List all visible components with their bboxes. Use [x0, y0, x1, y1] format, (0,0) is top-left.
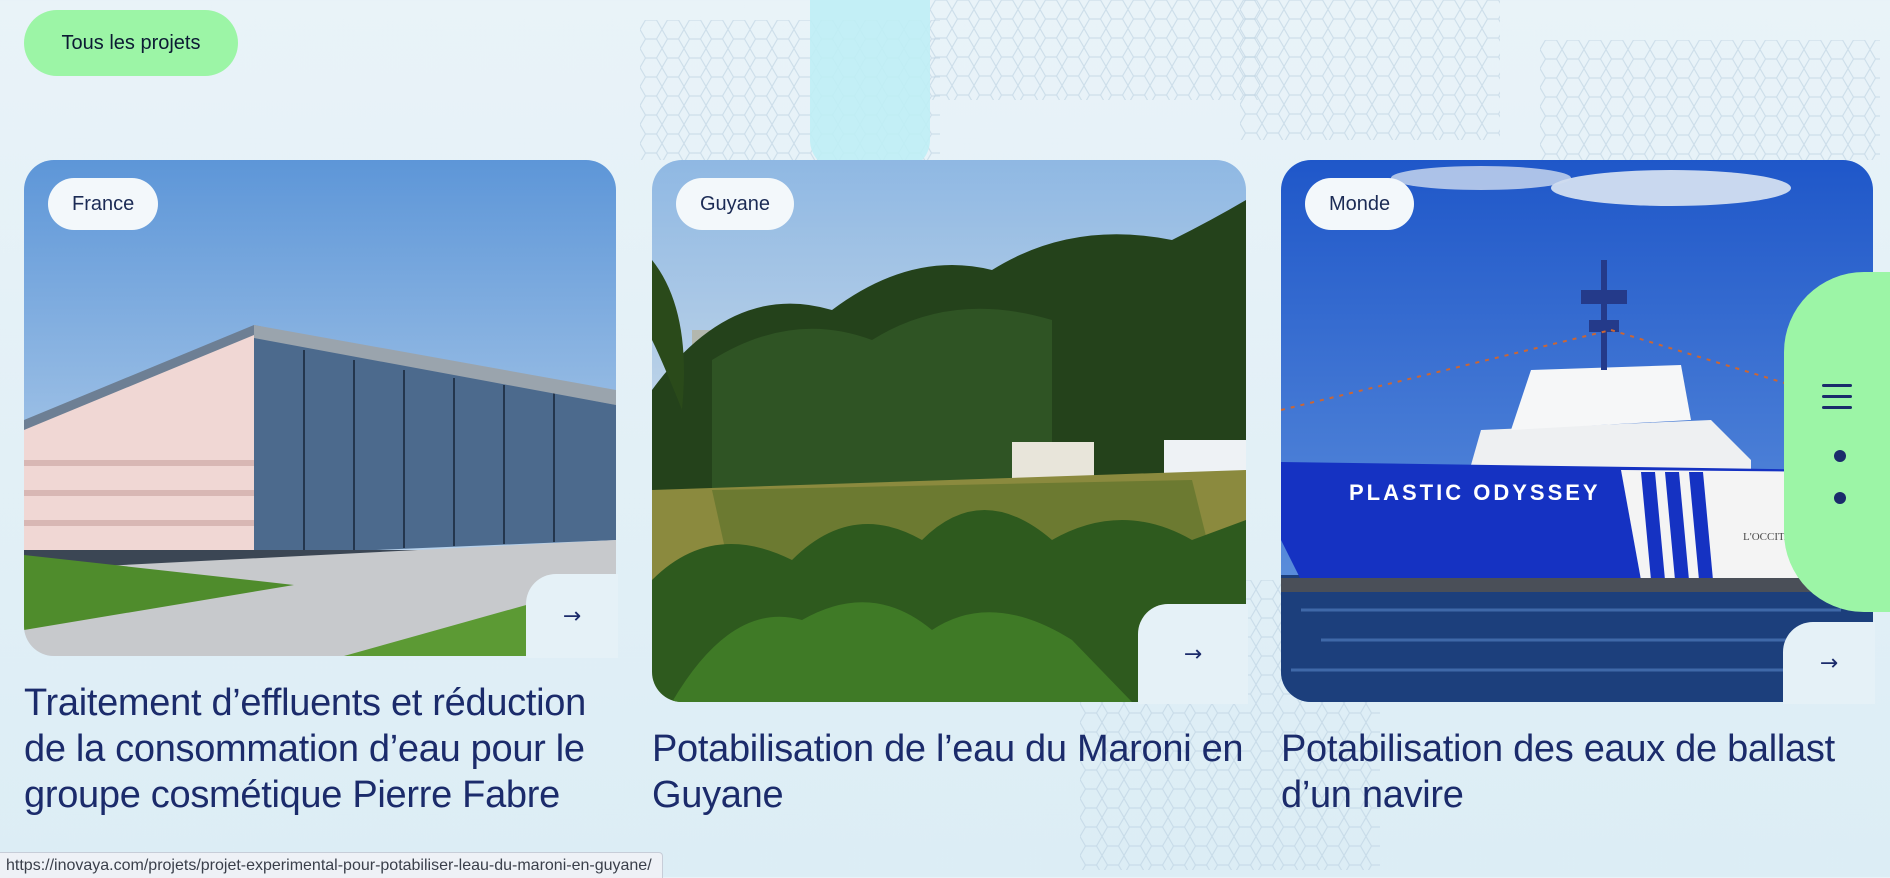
menu-dot-indicator[interactable] — [1834, 450, 1846, 462]
factory-photo — [24, 160, 616, 656]
hex-pattern-decoration — [1240, 0, 1500, 140]
hex-pattern-decoration — [1540, 40, 1880, 160]
side-menu-panel — [1784, 272, 1890, 612]
project-title[interactable]: Potabilisation de l’eau du Maroni en Guy… — [652, 726, 1246, 818]
all-projects-button[interactable]: Tous les projets — [24, 10, 238, 76]
arrow-right-icon: → — [1183, 641, 1203, 667]
card-arrow-button[interactable]: → — [1783, 622, 1875, 704]
region-tag: France — [48, 178, 159, 230]
ship-name-text: PLASTIC ODYSSEY — [1349, 480, 1601, 505]
browser-status-url: https://inovaya.com/projets/projet-exper… — [0, 852, 663, 878]
arrow-right-icon: → — [562, 603, 582, 629]
arrow-right-icon: → — [1819, 650, 1839, 676]
card-arrow-button[interactable]: → — [1138, 604, 1248, 704]
hamburger-menu-icon[interactable] — [1822, 384, 1856, 412]
project-card-france[interactable]: France → Traitement d’effluents et réduc… — [24, 160, 618, 820]
card-arrow-button[interactable]: → — [526, 574, 618, 658]
project-title[interactable]: Potabilisation des eaux de ballast d’un … — [1281, 726, 1873, 818]
cyan-decoration — [810, 0, 930, 170]
project-card-guyane[interactable]: Guyane → Potabilisation de l’eau du Maro… — [652, 160, 1248, 820]
project-image-factory — [24, 160, 616, 656]
region-tag: Guyane — [676, 178, 795, 230]
menu-dot-indicator[interactable] — [1834, 492, 1846, 504]
region-tag: Monde — [1305, 178, 1415, 230]
project-title[interactable]: Traitement d’effluents et réduction de l… — [24, 680, 616, 818]
hex-pattern-decoration — [930, 0, 1260, 100]
